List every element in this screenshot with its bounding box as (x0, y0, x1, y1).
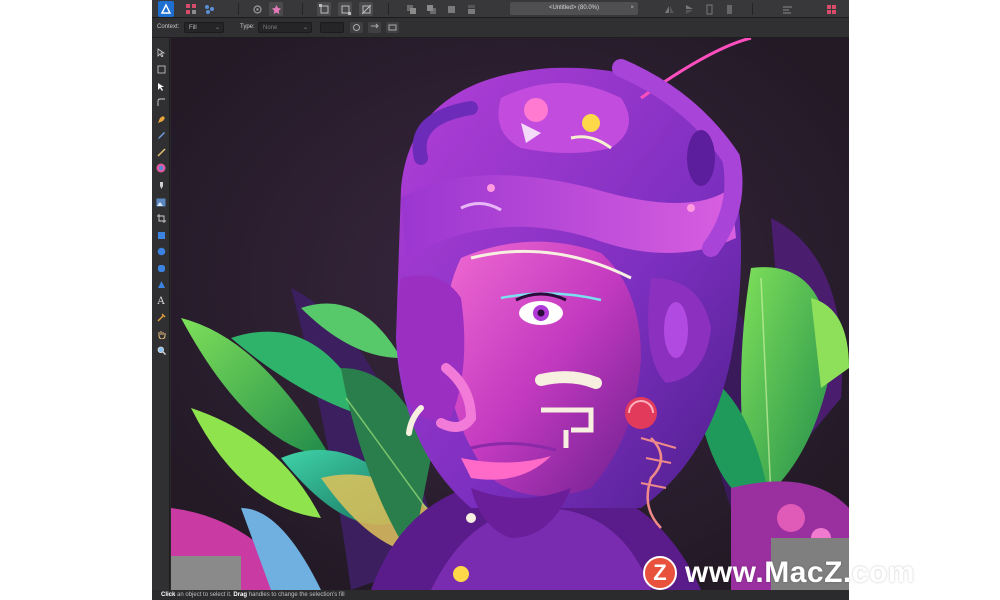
context-toolbar: Context: Fill ⌄ Type: None ⌄ (152, 18, 849, 38)
type-label: Type: (240, 24, 255, 30)
corner-tool-icon[interactable] (155, 96, 167, 108)
triangle-tool-icon[interactable] (155, 278, 167, 290)
main-toolbar: <Untitled> (80.0%) × (152, 0, 849, 18)
toolbar-divider (752, 3, 753, 15)
snap-bounds-icon[interactable] (317, 2, 331, 16)
watermark-text: www.MacZ.com (685, 556, 915, 589)
place-image-tool-icon[interactable] (155, 196, 167, 208)
pixel-persona-icon[interactable] (202, 2, 216, 16)
reverse-gradient-button[interactable] (350, 22, 363, 33)
arrange-back-icon[interactable] (404, 2, 418, 16)
transparency-tool-icon[interactable] (155, 179, 167, 191)
fill-tool-icon[interactable] (155, 162, 167, 174)
pen-tool-icon[interactable] (155, 113, 167, 125)
chevron-down-icon: ⌄ (302, 25, 308, 31)
app-logo-icon[interactable] (158, 1, 174, 17)
node-tool-icon[interactable] (155, 80, 167, 92)
document-title: <Untitled> (80.0%) (548, 5, 600, 11)
arrange-front-icon[interactable] (444, 2, 458, 16)
snap-geometry-icon[interactable] (338, 2, 352, 16)
crop-tool-icon[interactable] (155, 212, 167, 224)
settings-icon[interactable] (250, 2, 264, 16)
toolbar-divider (388, 3, 389, 15)
move-tool-icon[interactable] (155, 46, 167, 58)
rounded-rectangle-tool-icon[interactable] (155, 262, 167, 274)
document-tab[interactable]: <Untitled> (80.0%) × (510, 2, 638, 15)
designer-persona-icon[interactable] (184, 2, 198, 16)
rotate-right-icon[interactable] (722, 2, 736, 16)
rectangle-tool-icon[interactable] (155, 229, 167, 241)
context-label: Context: (157, 24, 180, 30)
vector-brush-tool-icon[interactable] (155, 146, 167, 158)
toolbar-divider (238, 3, 239, 15)
close-tab-icon[interactable]: × (630, 2, 634, 15)
status-bar: Click an object to select it. Drag handl… (152, 590, 849, 600)
more-options-button[interactable] (386, 22, 399, 33)
snap-grid-icon[interactable] (359, 2, 373, 16)
flip-vertical-icon[interactable] (682, 2, 696, 16)
rotate-left-icon[interactable] (702, 2, 716, 16)
pencil-tool-icon[interactable] (155, 129, 167, 141)
align-icon[interactable] (780, 2, 794, 16)
text-tool-icon[interactable]: A (155, 295, 167, 307)
status-click-text: an object to select it. (175, 592, 234, 598)
hand-tool-icon[interactable] (155, 328, 167, 340)
swap-colors-button[interactable] (368, 22, 381, 33)
color-wheel-icon[interactable] (269, 2, 283, 16)
watermark-logo-icon: Z (643, 556, 677, 590)
color-picker-tool-icon[interactable] (155, 311, 167, 323)
type-value: None (263, 25, 278, 31)
zoom-tool-icon[interactable] (155, 344, 167, 356)
context-select[interactable]: Fill ⌄ (184, 22, 224, 33)
artwork-illustration (171, 38, 849, 590)
artboard-tool-icon[interactable] (155, 63, 167, 75)
arrange-forward-icon[interactable] (424, 2, 438, 16)
affinity-designer-window: <Untitled> (80.0%) × Context: Fill ⌄ Typ… (152, 0, 849, 600)
context-value: Fill (189, 25, 197, 31)
status-click-word: Click (161, 592, 176, 598)
studio-panel-icon[interactable] (824, 2, 838, 16)
toolbar-divider (302, 3, 303, 15)
type-select[interactable]: None ⌄ (258, 22, 312, 33)
status-drag-text: handles to change the selection's fill (247, 592, 345, 598)
ellipse-tool-icon[interactable] (155, 245, 167, 257)
flip-horizontal-icon[interactable] (662, 2, 676, 16)
document-canvas[interactable] (171, 38, 849, 590)
gradient-swatch[interactable] (320, 22, 344, 33)
watermark: Z www.MacZ.com (643, 555, 915, 591)
arrange-bottom-icon[interactable] (464, 2, 478, 16)
tools-panel: A (152, 38, 170, 590)
status-drag-word: Drag (233, 592, 248, 598)
chevron-down-icon: ⌄ (214, 25, 220, 31)
